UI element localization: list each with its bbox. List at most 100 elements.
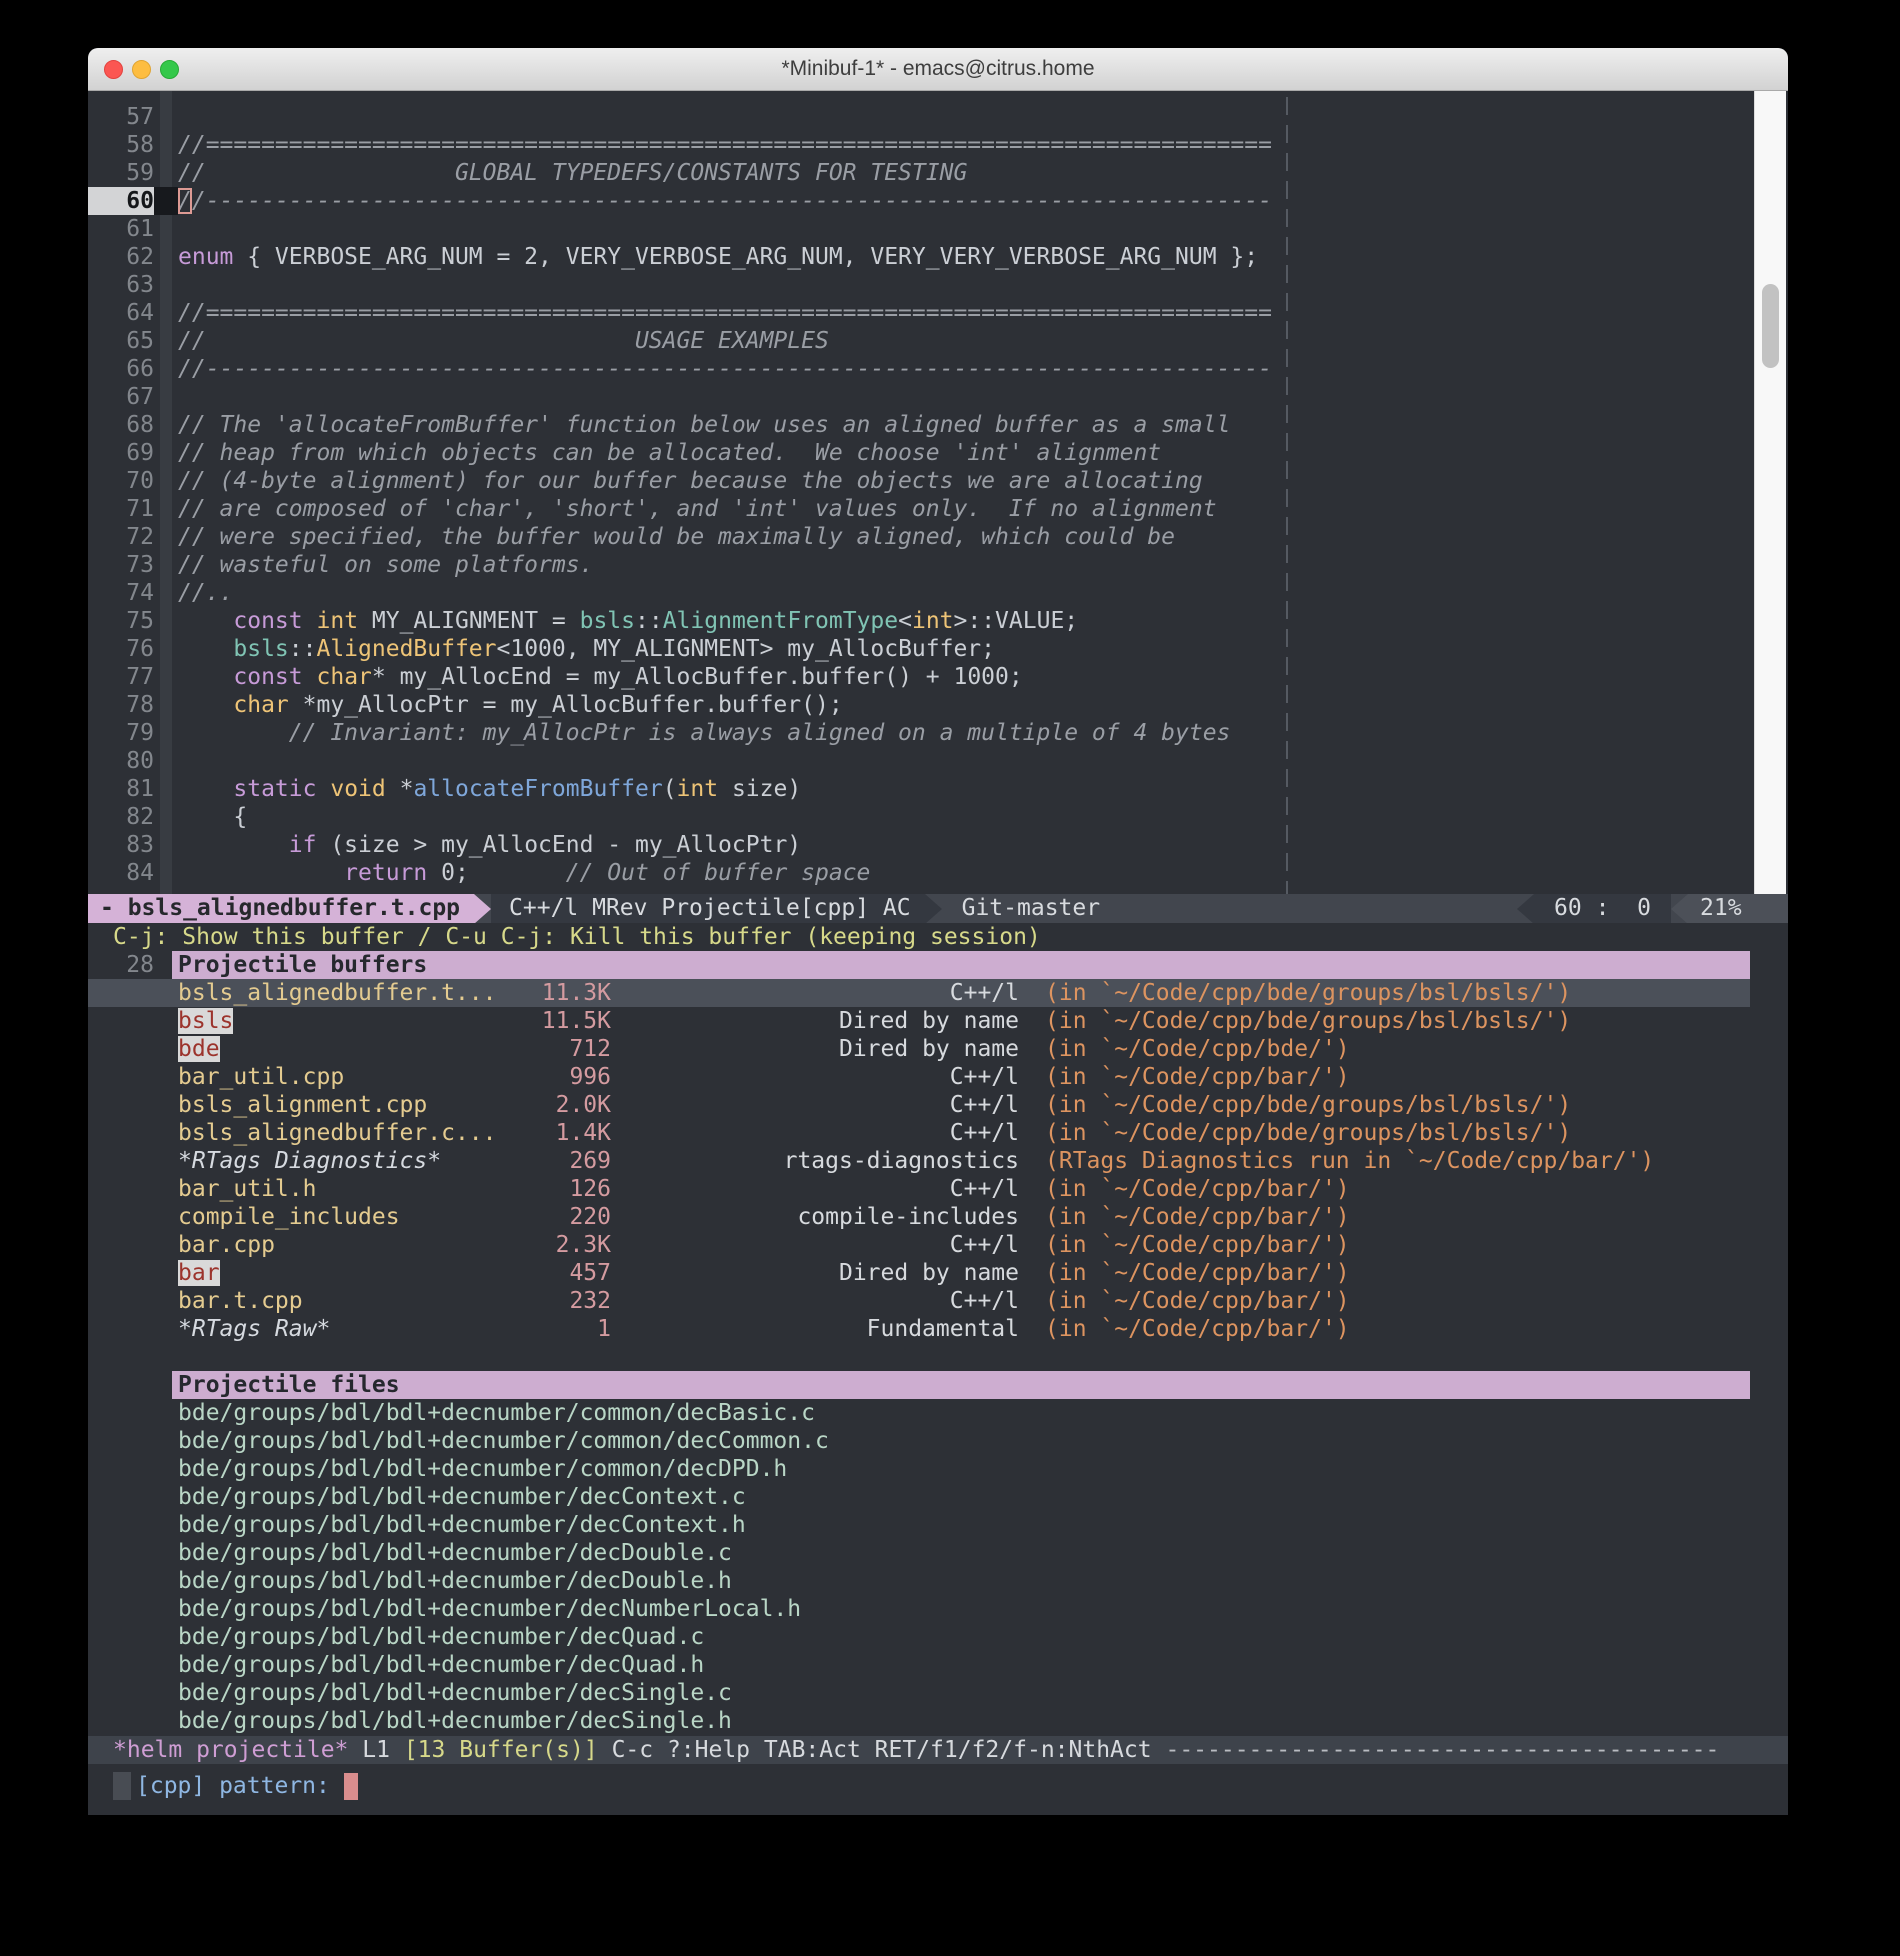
file-row[interactable]: bde/groups/bdl/bdl+decnumber/common/decB… — [88, 1399, 1750, 1427]
powerline-arrow-left-icon — [1671, 894, 1688, 923]
helm-header-line: C-j: Show this buffer / C-u C-j: Kill th… — [113, 924, 1041, 950]
code-line[interactable]: 60//------------------------------------… — [88, 187, 1788, 215]
line-number: 70 — [126, 468, 154, 494]
code-line[interactable]: 58//====================================… — [88, 131, 1788, 159]
code-line[interactable]: 63 — [88, 271, 1788, 299]
line-number: 74 — [126, 580, 154, 606]
buffer-row[interactable]: bsls_alignedbuffer.t... 11.3K C++/l (in `~/… — [88, 979, 1750, 1007]
line-number: 67 — [126, 384, 154, 410]
modeline-git-branch: Git-master — [961, 895, 1101, 921]
helm-help-hint: C-c ?:Help TAB:Act RET/f1/f2/f-n:NthAct — [611, 1737, 1152, 1763]
line-number: 64 — [126, 300, 154, 326]
file-row[interactable]: bde/groups/bdl/bdl+decnumber/decNumberLo… — [88, 1595, 1750, 1623]
buffer-row[interactable]: bde 712 Dired by name (in `~/Code/cpp/bde/'… — [88, 1035, 1750, 1063]
hollow-cursor: / — [178, 188, 192, 214]
minibuffer-prompt: [cpp] pattern: — [136, 1773, 344, 1799]
line-number: 60 — [88, 187, 154, 215]
file-row[interactable]: bde/groups/bdl/bdl+decnumber/decQuad.c — [88, 1623, 1750, 1651]
code-line[interactable]: 76 bsls::AlignedBuffer<1000, MY_ALIGNMEN… — [88, 635, 1788, 663]
code-line[interactable]: 79 // Invariant: my_AllocPtr is always a… — [88, 719, 1788, 747]
line-number: 75 — [126, 608, 154, 634]
window-titlebar[interactable]: *Minibuf-1* - emacs@citrus.home — [88, 48, 1788, 91]
code-line[interactable]: 74//.. — [88, 579, 1788, 607]
minibuffer[interactable]: [cpp] pattern: — [88, 1764, 1788, 1815]
line-number: 79 — [126, 720, 154, 746]
code-line[interactable]: 83 if (size > my_AllocEnd - my_AllocPtr) — [88, 831, 1788, 859]
helm-candidate-count: [13 Buffer(s)] — [403, 1737, 598, 1763]
code-line[interactable]: 62 enum { VERBOSE_ARG_NUM = 2, VERY_VERBO… — [88, 243, 1788, 271]
code-line[interactable]: 59// GLOBAL TYPEDEFS/CONSTANTS FOR TESTI… — [88, 159, 1788, 187]
code-line[interactable]: 66//------------------------------------… — [88, 355, 1788, 383]
buffer-row[interactable]: *RTags Diagnostics* 269 rtags-diagnostics(… — [88, 1147, 1750, 1175]
modeline-position-separator: : — [1581, 895, 1638, 921]
buffer-row[interactable]: bar_util.cpp 996 C++/l (in `~/Code/cpp/bar/… — [88, 1063, 1750, 1091]
file-row[interactable]: bde/groups/bdl/bdl+decnumber/decSingle.h — [88, 1707, 1750, 1735]
modeline-major-modes: C++/l MRev Projectile[cpp] AC — [491, 894, 925, 923]
code-line[interactable]: 73// wasteful on some platforms. — [88, 551, 1788, 579]
code-line[interactable]: 78 char *my_AllocPtr = my_AllocBuffer.bu… — [88, 691, 1788, 719]
minimize-button[interactable] — [132, 59, 151, 79]
file-row[interactable]: bde/groups/bdl/bdl+decnumber/decQuad.h — [88, 1651, 1750, 1679]
file-row[interactable]: bde/groups/bdl/bdl+decnumber/decSingle.c — [88, 1679, 1750, 1707]
helm-buffer-name: *helm projectile* — [113, 1737, 349, 1763]
code-line[interactable]: 81 static void *allocateFromBuffer(int s… — [88, 775, 1788, 803]
code-line[interactable]: 67 — [88, 383, 1788, 411]
code-line[interactable]: 65// USAGE EXAMPLES — [88, 327, 1788, 355]
line-number: 62 — [126, 244, 154, 270]
line-number: 73 — [126, 552, 154, 578]
buffer-row[interactable]: compile_includes 220 compile-includes (in `… — [88, 1203, 1750, 1231]
powerline-arrow-icon — [474, 894, 492, 923]
code-line[interactable]: 77 const char* my_AllocEnd = my_AllocBuf… — [88, 663, 1788, 691]
buffer-row[interactable]: bar_util.h 126 C++/l (in `~/Code/cpp/bar/') — [88, 1175, 1750, 1203]
code-line[interactable]: 68// The 'allocateFromBuffer' function b… — [88, 411, 1788, 439]
code-line[interactable]: 70// (4-byte alignment) for our buffer b… — [88, 467, 1788, 495]
line-number: 68 — [126, 412, 154, 438]
line-number: 65 — [126, 328, 154, 354]
code-line[interactable]: 61 — [88, 215, 1788, 243]
code-line[interactable]: 57 — [88, 103, 1788, 131]
line-number: 76 — [126, 636, 154, 662]
scrollbar-thumb[interactable] — [1762, 283, 1779, 369]
code-line[interactable]: 82 { — [88, 803, 1788, 831]
buffer-row[interactable]: bar.cpp 2.3K C++/l (in `~/Code/cpp/bar/') — [88, 1231, 1750, 1259]
buffer-row[interactable]: bar.t.cpp 232 C++/l (in `~/Code/cpp/bar/') — [88, 1287, 1750, 1315]
line-number: 71 — [126, 496, 154, 522]
powerline-arrow-left-icon — [1517, 894, 1535, 923]
file-row[interactable]: bde/groups/bdl/bdl+decnumber/decContext.… — [88, 1483, 1750, 1511]
buffer-row[interactable]: bsls 11.5K Dired by name (in `~/Code/cpp/bd… — [88, 1007, 1750, 1035]
helm-rows: 28 Projectile buffers bsls_alignedbuffer.t… — [88, 951, 1750, 1735]
helm-window[interactable]: 28 Projectile buffers bsls_alignedbuffer.t… — [88, 951, 1788, 1736]
traffic-lights — [104, 48, 179, 90]
file-row[interactable]: bde/groups/bdl/bdl+decnumber/common/decC… — [88, 1427, 1750, 1455]
file-row[interactable]: bde/groups/bdl/bdl+decnumber/common/decD… — [88, 1455, 1750, 1483]
file-row[interactable]: bde/groups/bdl/bdl+decnumber/decContext.… — [88, 1511, 1750, 1539]
blank-row — [88, 1343, 1750, 1371]
code-line[interactable]: 84 return 0; // Out of buffer space — [88, 859, 1788, 887]
powerline-arrow-icon — [924, 894, 942, 923]
buffer-row[interactable]: bsls_alignedbuffer.c... 1.4K C++/l (in `~/C… — [88, 1119, 1750, 1147]
line-number: 61 — [126, 216, 154, 242]
zoom-button[interactable] — [160, 59, 179, 79]
line-number: 58 — [126, 132, 154, 158]
code-line[interactable]: 72// were specified, the buffer would be… — [88, 523, 1788, 551]
line-number: 81 — [126, 776, 154, 802]
scrollbar-track[interactable] — [1754, 91, 1786, 894]
line-number: 63 — [126, 272, 154, 298]
file-row[interactable]: bde/groups/bdl/bdl+decnumber/decDouble.h — [88, 1567, 1750, 1595]
code-line[interactable]: 64//====================================… — [88, 299, 1788, 327]
buffer-row[interactable]: *RTags Raw* 1 Fundamental (in `~/Code/cpp/b… — [88, 1315, 1750, 1343]
close-button[interactable] — [104, 59, 123, 79]
line-number: 82 — [126, 804, 154, 830]
code-line[interactable]: 71// are composed of 'char', 'short', an… — [88, 495, 1788, 523]
code-window[interactable]: 57 58//==================================… — [88, 91, 1788, 894]
line-number: 78 — [126, 692, 154, 718]
code-line[interactable]: 80 — [88, 747, 1788, 775]
line-number: 57 — [126, 104, 154, 130]
buffer-row[interactable]: bsls_alignment.cpp 2.0K C++/l (in `~/Code/c… — [88, 1091, 1750, 1119]
code-line[interactable]: 69// heap from which objects can be allo… — [88, 439, 1788, 467]
minibuffer-fringe-block — [113, 1772, 131, 1800]
line-number: 72 — [126, 524, 154, 550]
file-row[interactable]: bde/groups/bdl/bdl+decnumber/decDouble.c — [88, 1539, 1750, 1567]
code-line[interactable]: 75 const int MY_ALIGNMENT = bsls::Alignm… — [88, 607, 1788, 635]
buffer-row[interactable]: bar 457 Dired by name (in `~/Code/cpp/bar/'… — [88, 1259, 1750, 1287]
